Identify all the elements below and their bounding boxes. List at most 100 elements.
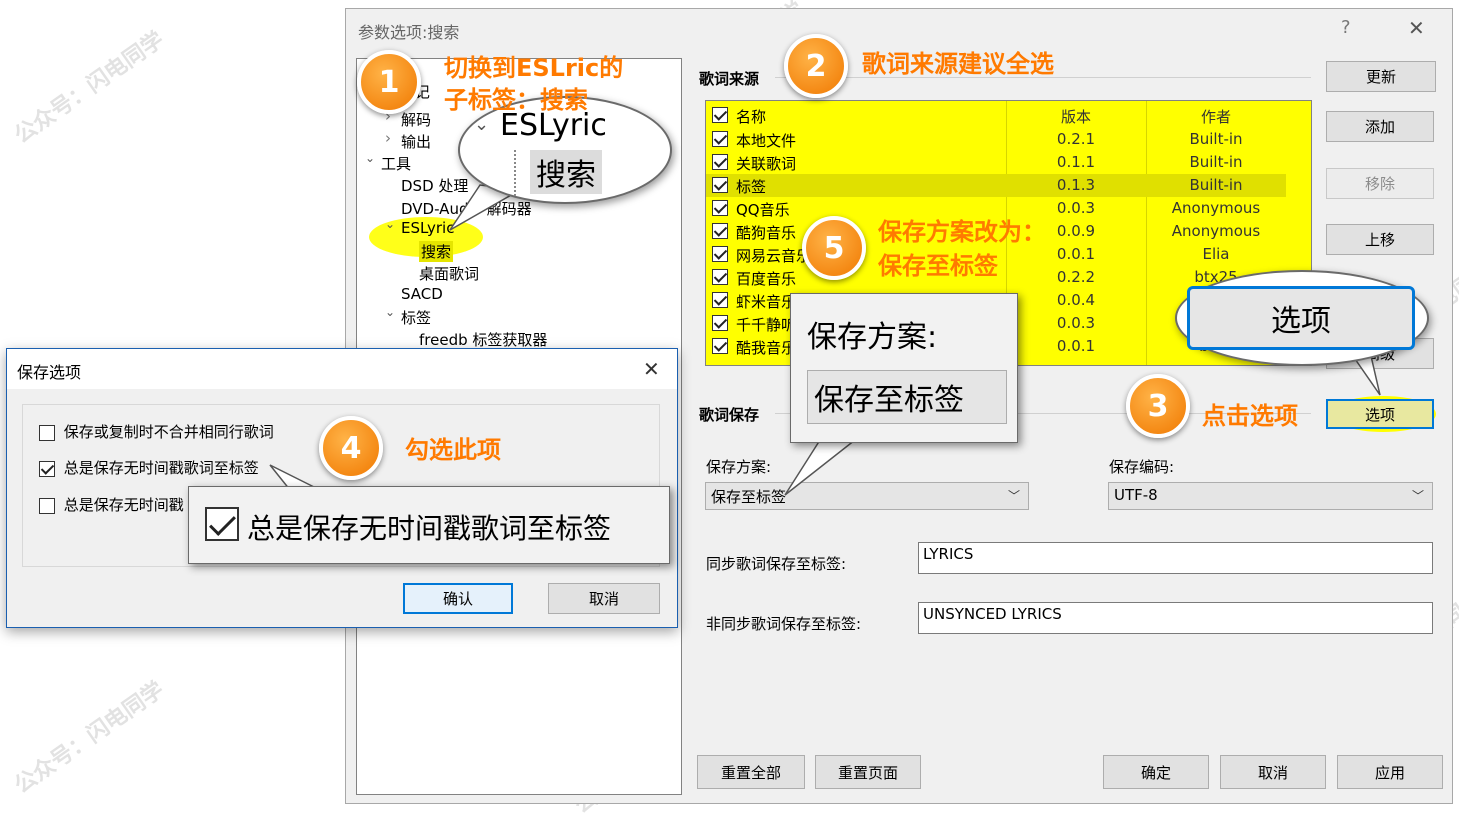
chevron-down-icon[interactable]: ⌄ [365, 151, 375, 165]
tree-item-output[interactable]: 输出 [401, 131, 431, 152]
tree-item-freedb[interactable]: freedb 标签获取器 [419, 329, 547, 350]
chevron-down-icon[interactable]: ⌄ [385, 217, 395, 231]
source-version: 0.2.1 [1056, 130, 1096, 148]
source-name: 百度音乐 [736, 270, 797, 288]
unsync-tag-input[interactable]: UNSYNCED LYRICS [918, 602, 1433, 634]
reset-all-button[interactable]: 重置全部 [697, 755, 805, 789]
save-encoding-label: 保存编码: [1109, 458, 1175, 476]
list-item-selected[interactable]: 标签 0.1.3 Built-in [706, 174, 1286, 197]
tree-item-search[interactable]: 搜索 [419, 241, 454, 262]
option-row[interactable]: 保存或复制时不合并相同行歌词 [39, 421, 274, 442]
tree-item-tools[interactable]: 工具 [381, 153, 411, 174]
save-encoding-value: UTF-8 [1114, 486, 1158, 504]
sync-tag-input[interactable]: LYRICS [918, 542, 1433, 574]
source-name: 网易云音乐 [736, 247, 812, 265]
source-name: 酷狗音乐 [736, 224, 797, 242]
scheme-zoom-box: 保存方案: 保存至标签 [790, 293, 1018, 443]
source-version: 0.1.1 [1056, 153, 1096, 171]
source-author: Built-in [1189, 130, 1243, 148]
zoom-checkbox [205, 507, 239, 541]
ok-button[interactable]: 确定 [1103, 755, 1209, 789]
watermark: 公众号：闪电同学 [10, 677, 169, 799]
checkbox[interactable] [712, 200, 728, 216]
step-badge: 3 [1126, 374, 1190, 438]
chevron-down-icon[interactable]: ⌄ [385, 305, 395, 319]
source-version: 0.0.4 [1056, 291, 1096, 309]
list-item[interactable]: 本地文件 0.2.1 Built-in [706, 128, 1286, 151]
zoom-tree-child: 搜索 [530, 150, 602, 194]
source-name: 酷我音乐 [736, 339, 797, 357]
zoom-scheme-label: 保存方案: [807, 320, 938, 355]
help-icon[interactable]: ? [1341, 17, 1351, 38]
checkbox[interactable] [712, 269, 728, 285]
tree-item-tags[interactable]: 标签 [401, 307, 431, 328]
options-button[interactable]: 选项 [1326, 399, 1434, 429]
checkbox[interactable] [712, 131, 728, 147]
checkbox[interactable] [39, 460, 55, 477]
tree-item-decode[interactable]: 解码 [401, 109, 431, 130]
step-badge: 5 [802, 216, 866, 280]
step4-text: 勾选此项 [405, 436, 501, 464]
refresh-button[interactable]: 更新 [1326, 61, 1436, 92]
source-name: 标签 [736, 178, 767, 196]
zoom-checkbox-label: 总是保存无时间戳歌词至标签 [247, 512, 612, 545]
source-name: 本地文件 [736, 132, 797, 150]
tree-line [514, 150, 517, 200]
source-version: 0.2.2 [1056, 268, 1096, 286]
dialog-titlebar: 保存选项 ✕ [7, 349, 677, 389]
checkbox[interactable] [712, 315, 728, 331]
step1-text: 子标签：搜索 [444, 86, 588, 114]
zoom-scheme-value: 保存至标签 [807, 370, 1007, 424]
checkbox[interactable] [712, 154, 728, 170]
checkbox[interactable] [712, 292, 728, 308]
chevron-down-icon: ﹀ [1007, 489, 1020, 503]
step5-text: 保存方案改为： [878, 218, 1046, 246]
source-name: 虾米音乐 [736, 293, 797, 311]
reset-page-button[interactable]: 重置页面 [815, 755, 921, 789]
step1-text: 切换到ESLric的 [444, 54, 624, 82]
list-item[interactable]: 关联歌词 0.1.1 Built-in [706, 151, 1286, 174]
column-name[interactable]: 名称 [736, 106, 766, 127]
save-scheme-label: 保存方案: [706, 458, 772, 476]
zoom-options-button: 选项 [1187, 286, 1415, 350]
tree-item-desktop-lyrics[interactable]: 桌面歌词 [419, 263, 479, 284]
cancel-button[interactable]: 取消 [1220, 755, 1326, 789]
apply-button[interactable]: 应用 [1337, 755, 1443, 789]
step3-text: 点击选项 [1202, 402, 1298, 430]
window-title: 参数选项:搜索 [358, 23, 460, 42]
chevron-right-icon[interactable]: › [385, 129, 391, 147]
remove-button[interactable]: 移除 [1326, 168, 1434, 199]
close-icon[interactable]: ✕ [1408, 16, 1425, 40]
option-label: 总是保存无时间戳 [63, 496, 184, 514]
dialog-cancel-button[interactable]: 取消 [548, 583, 660, 614]
checkbox[interactable] [712, 338, 728, 354]
options-zoom-bubble: 选项 [1175, 270, 1429, 366]
column-version[interactable]: 版本 [1006, 106, 1146, 127]
column-author[interactable]: 作者 [1146, 106, 1286, 127]
add-button[interactable]: 添加 [1326, 111, 1434, 142]
checkbox[interactable] [712, 223, 728, 239]
step-badge: 2 [784, 34, 848, 98]
close-icon[interactable]: ✕ [643, 357, 660, 381]
step2-text: 歌词来源建议全选 [862, 50, 1054, 78]
checkbox[interactable] [712, 177, 728, 193]
source-version: 0.0.1 [1056, 337, 1096, 355]
select-all-checkbox[interactable] [712, 107, 728, 123]
source-version: 0.0.1 [1056, 245, 1096, 263]
option-row[interactable]: 总是保存无时间戳歌词至标签 [39, 457, 259, 478]
chevron-down-icon: ﹀ [1411, 489, 1424, 503]
source-group-label: 歌词来源 [699, 70, 760, 88]
watermark: 公众号：闪电同学 [10, 27, 169, 149]
checkbox[interactable] [39, 497, 55, 514]
source-author: Anonymous [1171, 222, 1261, 240]
checkbox[interactable] [39, 424, 55, 441]
source-version: 0.0.3 [1056, 314, 1096, 332]
source-version: 0.1.3 [1056, 176, 1096, 194]
save-encoding-select[interactable]: UTF-8 ﹀ [1108, 482, 1433, 510]
tree-item-sacd[interactable]: SACD [401, 285, 443, 303]
move-up-button[interactable]: 上移 [1326, 224, 1434, 255]
confirm-button[interactable]: 确认 [403, 583, 513, 614]
step-badge: 4 [319, 416, 383, 480]
option-row[interactable]: 总是保存无时间戳 [39, 494, 184, 515]
checkbox[interactable] [712, 246, 728, 262]
